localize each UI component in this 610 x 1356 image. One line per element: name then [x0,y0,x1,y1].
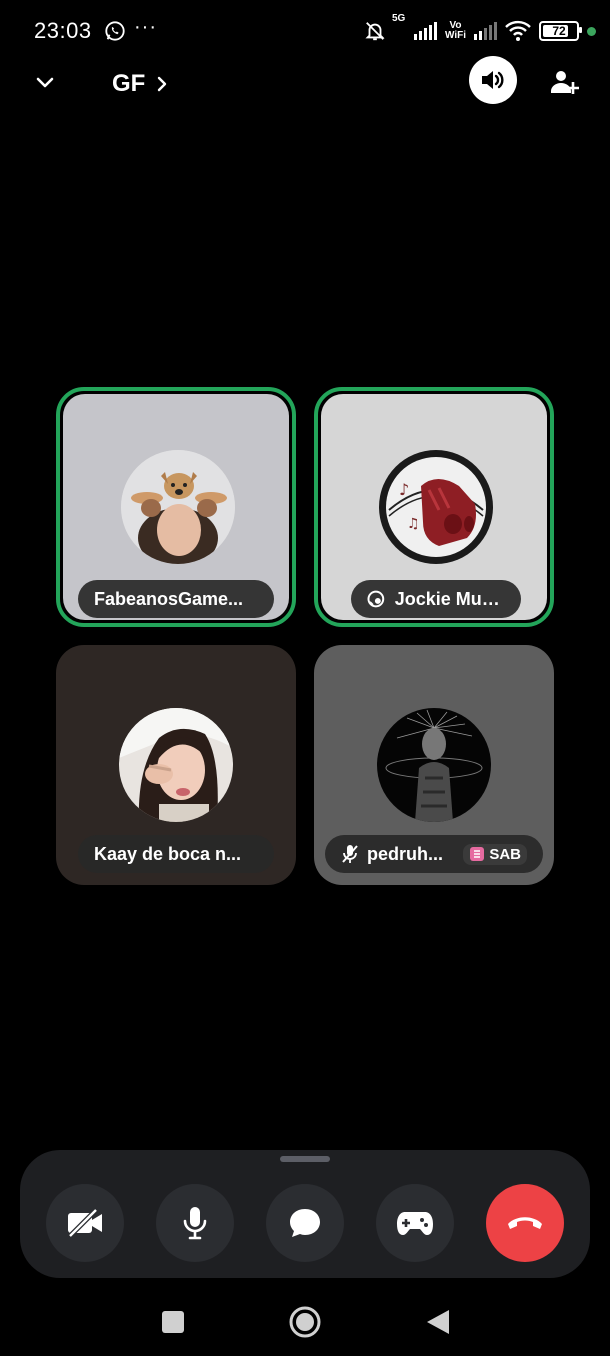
headset-icon [367,590,385,608]
participant-name-pill: Jockie Music [351,580,521,618]
server-tag-label: SAB [489,845,521,863]
collapse-call-button[interactable] [30,68,60,98]
cell-signal-icon: 5G [392,13,437,40]
chat-button[interactable] [266,1184,344,1262]
privacy-indicator-dot [587,26,596,36]
whatsapp-icon [105,21,125,41]
svg-text:♫: ♫ [407,516,420,532]
chevron-right-icon [158,76,167,92]
drag-handle[interactable] [280,1156,330,1162]
gamepad-icon [397,1212,433,1235]
participant-name: Kaay de boca n... [94,843,242,864]
participant-tile[interactable]: pedruh... SAB [314,645,554,885]
battery-icon: 72 [539,21,582,41]
avatar [119,708,233,822]
disconnect-button[interactable] [486,1184,564,1262]
system-nav-bar [0,1290,610,1350]
microphone-muted-icon [342,845,358,863]
participant-name: pedruh... [367,843,443,864]
call-control-bar [20,1150,590,1278]
girl-avatar-image [119,708,233,822]
network-type-label: 5G [391,13,406,24]
square-icon [162,1311,184,1333]
back-triangle-icon [427,1310,449,1334]
server-tag-badge: SAB [463,843,527,865]
status-time: 23:03 [34,18,92,43]
vowifi-label: Vo WiFi [444,20,466,41]
avatar: ♪ ♫ [379,450,493,564]
back-button[interactable] [420,1304,456,1340]
microphone-button[interactable] [156,1184,234,1262]
activities-button[interactable] [376,1184,454,1262]
video-off-icon [68,1208,102,1238]
svg-text:♪: ♪ [399,480,409,499]
jockie-music-avatar-image: ♪ ♫ [379,450,493,564]
add-person-icon [551,71,579,94]
participant-tile[interactable]: ♪ ♫ Jockie Music [314,387,554,627]
hang-up-icon [508,1217,542,1229]
recents-button[interactable] [155,1304,191,1340]
battery-level: 72 [552,24,566,38]
add-people-button[interactable] [548,66,582,100]
participant-name-pill: pedruh... SAB [325,835,543,873]
participant-name: FabeanosGame... [94,588,244,609]
dog-avatar-image [121,450,235,564]
participant-tile[interactable]: Kaay de boca n... [56,645,296,885]
status-bar: 23:03 ··· 5G Vo WiFi 72 [0,0,610,62]
home-circle-icon [289,1306,321,1338]
channel-name: GF [112,70,146,97]
participant-name-pill: FabeanosGame... [78,580,274,618]
abstract-avatar-image [377,708,491,822]
microphone-icon [183,1207,207,1240]
bell-muted-icon [365,22,385,41]
cell-signal-2-icon [474,22,497,40]
participant-name-pill: Kaay de boca n... [78,835,274,873]
call-header: GF [0,56,610,112]
home-button[interactable] [287,1304,323,1340]
participant-tile[interactable]: FabeanosGame... [56,387,296,627]
more-notifications-icon: ··· [134,16,157,38]
wifi-icon [505,20,531,41]
speaker-icon [482,71,504,89]
channel-title-button[interactable]: GF [112,70,167,98]
chevron-down-icon [36,77,54,88]
avatar [377,708,491,822]
participant-name: Jockie Music [394,588,505,609]
speaker-button[interactable] [469,56,517,104]
camera-off-button[interactable] [46,1184,124,1262]
avatar [121,450,235,564]
status-icons: 5G Vo WiFi 72 [364,13,596,46]
server-tag-icon [470,847,485,861]
chat-bubble-icon [290,1209,320,1237]
